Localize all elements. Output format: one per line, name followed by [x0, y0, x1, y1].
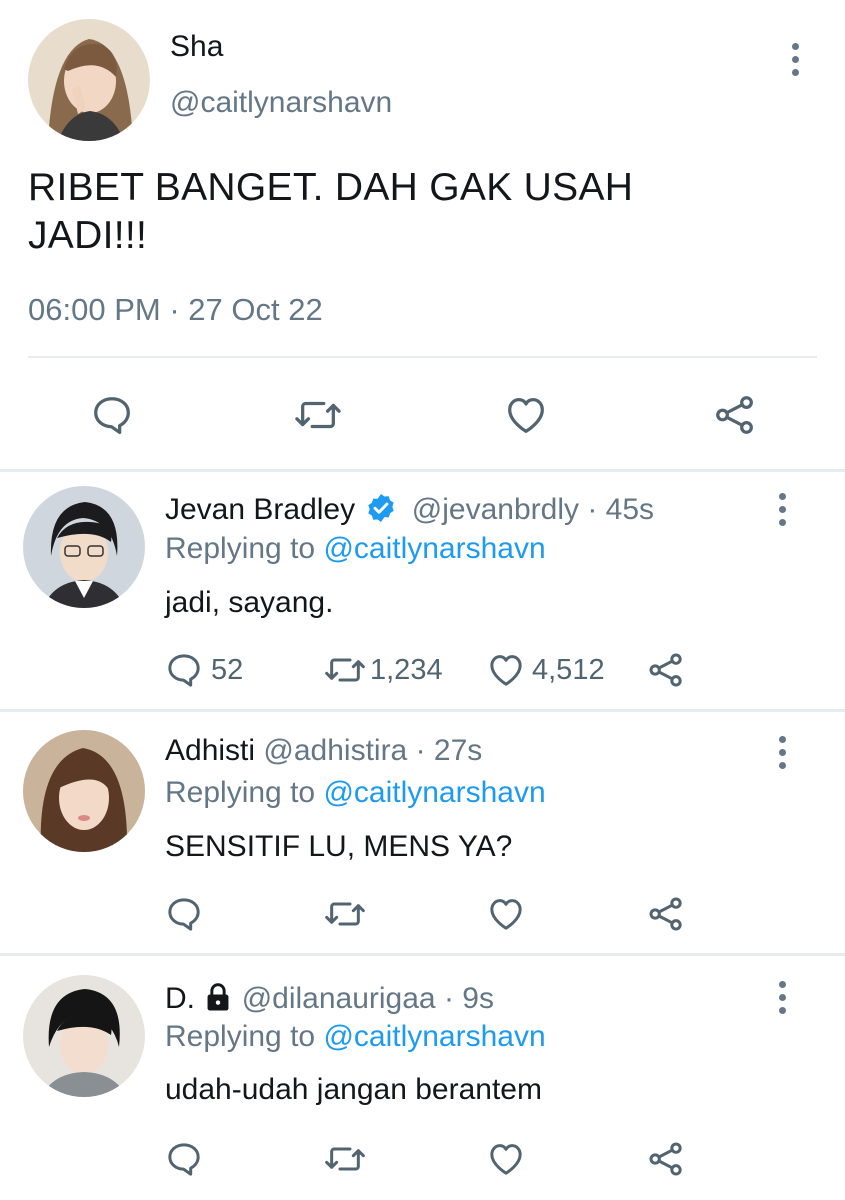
- speech-bubble-icon: [168, 898, 200, 931]
- retweet-button[interactable]: [293, 392, 343, 438]
- retweet-button[interactable]: [322, 894, 368, 934]
- like-button[interactable]: [486, 894, 526, 934]
- reply-header: D. @dilanaurigaa · 9s: [165, 981, 494, 1016]
- retweet-button[interactable]: 1,234: [322, 650, 443, 690]
- tweet-text: RIBET BANGET. DAH GAK USAH JADI!!!: [28, 164, 633, 260]
- retweet-icon: [325, 902, 365, 926]
- avatar[interactable]: [23, 730, 145, 852]
- replying-to-handle[interactable]: @caitlynarshavn: [323, 776, 545, 809]
- heart-icon: [508, 398, 544, 433]
- avatar[interactable]: [23, 486, 145, 608]
- replying-to-prefix: Replying to: [165, 776, 316, 809]
- divider: [28, 356, 817, 358]
- like-button[interactable]: [486, 1139, 526, 1179]
- like-button[interactable]: [502, 392, 550, 438]
- author-name[interactable]: Adhisti: [165, 734, 255, 767]
- avatar[interactable]: [23, 975, 145, 1097]
- author-name[interactable]: Jevan Bradley: [165, 493, 355, 526]
- tweet-timestamp[interactable]: 06:00 PM · 27 Oct 22: [28, 292, 323, 328]
- replying-to-prefix: Replying to: [165, 532, 316, 565]
- replying-to-handle[interactable]: @caitlynarshavn: [323, 532, 545, 565]
- divider: [0, 469, 845, 472]
- share-icon: [716, 396, 753, 434]
- replying-to: Replying to @caitlynarshavn: [165, 532, 546, 566]
- replying-to-handle[interactable]: @caitlynarshavn: [323, 1020, 545, 1053]
- divider: [0, 709, 845, 712]
- reply-age[interactable]: · 45s: [587, 493, 654, 526]
- reply-text: jadi, sayang.: [165, 586, 334, 619]
- share-icon: [649, 653, 682, 687]
- reply-button[interactable]: 52: [163, 650, 243, 690]
- share-icon: [649, 1142, 682, 1176]
- share-button[interactable]: [645, 650, 687, 690]
- like-count: 4,512: [532, 653, 605, 686]
- reply-age[interactable]: · 9s: [444, 982, 494, 1015]
- lock-icon: [207, 983, 229, 1011]
- timestamp-separator: ·: [169, 292, 180, 327]
- divider: [0, 953, 845, 956]
- reply-header: Jevan Bradley @jevanbrdly · 45s: [165, 492, 654, 527]
- tweet-text-line: JADI!!!: [28, 214, 148, 257]
- retweet-icon: [325, 1147, 365, 1171]
- retweet-count: 1,234: [370, 653, 443, 686]
- heart-icon: [490, 655, 522, 686]
- tweet-text-line: RIBET BANGET. DAH GAK USAH: [28, 166, 634, 209]
- author-name[interactable]: D.: [165, 982, 195, 1015]
- retweet-icon: [295, 401, 341, 429]
- more-icon[interactable]: [770, 733, 794, 773]
- reply-text: SENSITIF LU, MENS YA?: [165, 830, 513, 863]
- share-button[interactable]: [645, 894, 687, 934]
- share-button[interactable]: [645, 1139, 687, 1179]
- tweet-time: 06:00 PM: [28, 292, 161, 327]
- reply-button[interactable]: [89, 392, 135, 438]
- author-name[interactable]: Sha: [170, 30, 223, 64]
- share-icon: [649, 897, 682, 931]
- avatar[interactable]: [28, 19, 150, 141]
- speech-bubble-icon: [168, 654, 200, 687]
- more-icon[interactable]: [770, 490, 794, 530]
- reply-button[interactable]: [163, 1139, 205, 1179]
- author-handle[interactable]: @jevanbrdly: [412, 493, 579, 526]
- more-icon[interactable]: [783, 40, 807, 80]
- reply-header: Adhisti @adhistira · 27s: [165, 734, 482, 768]
- retweet-icon: [325, 658, 365, 682]
- reply-count: 52: [211, 653, 244, 686]
- share-button[interactable]: [711, 392, 759, 438]
- retweet-button[interactable]: [322, 1139, 368, 1179]
- reply-text: udah-udah jangan berantem: [165, 1073, 542, 1106]
- reply-age[interactable]: · 27s: [416, 734, 483, 767]
- heart-icon: [490, 1144, 522, 1175]
- author-handle[interactable]: @adhistira: [263, 734, 407, 767]
- author-handle[interactable]: @caitlynarshavn: [170, 86, 392, 120]
- replying-to: Replying to @caitlynarshavn: [165, 776, 546, 810]
- tweet-date: 27 Oct 22: [188, 292, 323, 327]
- replying-to-prefix: Replying to: [165, 1020, 316, 1053]
- verified-badge-icon: [368, 494, 395, 522]
- speech-bubble-icon: [168, 1143, 200, 1176]
- more-icon[interactable]: [770, 978, 794, 1018]
- like-button[interactable]: 4,512: [486, 650, 605, 690]
- speech-bubble-icon: [94, 397, 130, 435]
- reply-button[interactable]: [163, 894, 205, 934]
- replying-to: Replying to @caitlynarshavn: [165, 1020, 546, 1054]
- heart-icon: [490, 899, 522, 930]
- author-handle[interactable]: @dilanaurigaa: [242, 982, 436, 1015]
